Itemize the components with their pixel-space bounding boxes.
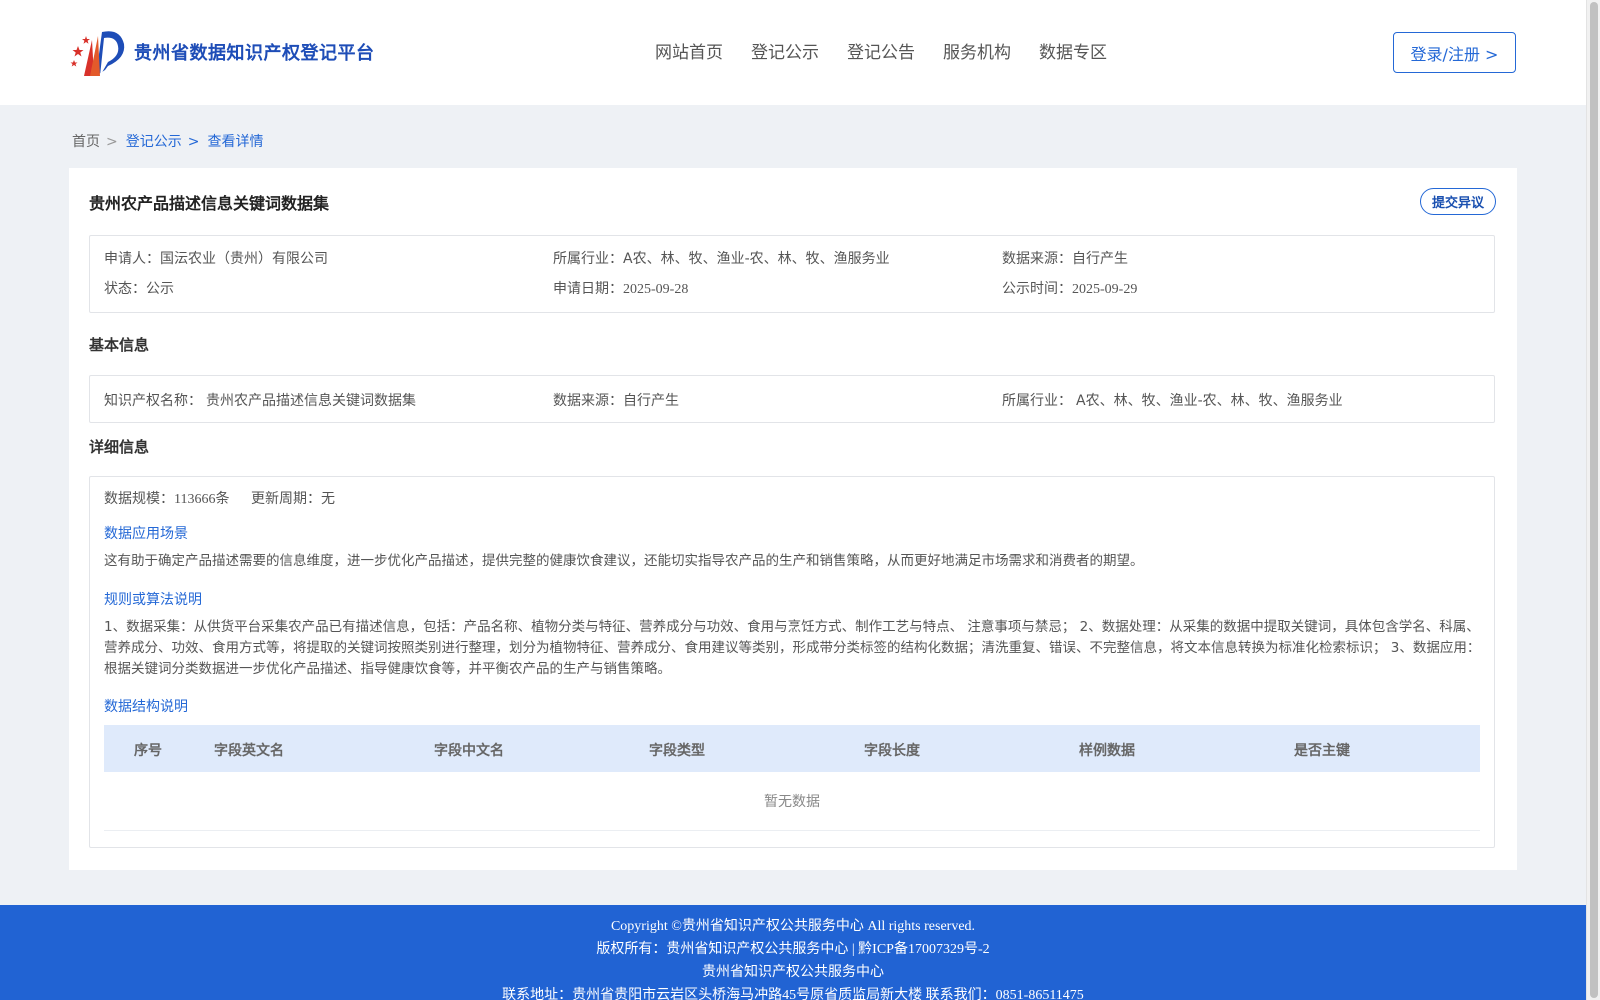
site-footer: Copyright ©贵州省知识产权公共服务中心 All rights rese… [0,905,1586,1000]
page-scrollbar[interactable] [1586,0,1600,1000]
site-logo[interactable]: 贵州省数据知识产权登记平台 [70,26,375,78]
logo-emblem-icon [70,31,125,76]
nav-registration-publicity[interactable]: 登记公示 [751,38,819,63]
apply-date-label: 申请日期： [553,281,623,297]
data-source-label: 数据来源： [1002,251,1072,267]
update-cycle-value: 无 [320,491,335,507]
basic-industry-label: 所属行业： [1002,393,1072,409]
data-source-field: 数据来源：自行产生 [1002,248,1128,268]
status-value: 公示 [146,281,174,297]
publish-date-field: 公示时间：2025-09-29 [1002,278,1137,298]
main-nav: 网站首页 登记公示 登记公告 服务机构 数据专区 [655,38,1135,63]
table-empty-state: 暂无数据 [104,772,1480,831]
breadcrumb-current: 查看详情 [207,134,264,150]
summary-box: 申请人：国沄农业（贵州）有限公司 所属行业：A农、林、牧、渔业-农、林、牧、渔服… [89,235,1495,313]
nav-data-zone[interactable]: 数据专区 [1039,38,1107,63]
status-label: 状态： [104,281,146,297]
submit-objection-button[interactable]: 提交异议 [1420,188,1496,215]
basic-industry-field: 所属行业： A农、林、牧、渔业-农、林、牧、渔服务业 [1002,390,1343,410]
page-title: 贵州农产品描述信息关键词数据集 [89,194,330,213]
ip-name-value: 贵州农产品描述信息关键词数据集 [206,393,416,409]
footer-owner: 版权所有：贵州省知识产权公共服务中心 | 黔ICP备17007329号-2 [596,942,990,957]
breadcrumb-separator: > [106,134,118,150]
application-scene-heading: 数据应用场景 [104,526,188,542]
detail-info-heading: 详细信息 [89,438,150,456]
footer-copyright: Copyright ©贵州省知识产权公共服务中心 All rights rese… [610,919,976,934]
login-register-button[interactable]: 登录/注册 > [1393,32,1516,73]
basic-industry-value: A农、林、牧、渔业-农、林、牧、渔服务业 [1076,393,1343,409]
ip-name-label: 知识产权名称： [104,393,202,409]
algorithm-text: 1、数据采集：从供货平台采集农产品已有描述信息，包括：产品名称、植物分类与特征、… [104,619,1481,677]
industry-value: A农、林、牧、渔业-农、林、牧、渔服务业 [623,251,890,267]
site-logo-text: 贵州省数据知识产权登记平台 [134,43,375,64]
col-index: 序号 [134,743,162,759]
basic-info-box: 知识产权名称： 贵州农产品描述信息关键词数据集 数据来源：自行产生 所属行业： A农… [89,375,1495,423]
scrollbar-thumb[interactable] [1590,2,1598,998]
basic-source-field: 数据来源：自行产生 [553,390,679,410]
page: 贵州省数据知识产权登记平台 网站首页 登记公示 登记公告 服务机构 数据专区 登… [0,0,1586,1000]
basic-info-heading: 基本信息 [89,336,150,354]
data-source-value: 自行产生 [1072,251,1128,267]
update-cycle-label: 更新周期： [250,491,321,507]
col-field-type: 字段类型 [649,743,705,759]
footer-org: 贵州省知识产权公共服务中心 [702,965,884,980]
apply-date-value: 2025-09-28 [623,282,689,297]
col-sample-data: 样例数据 [1079,743,1135,759]
col-primary-key: 是否主键 [1294,743,1350,759]
col-field-length: 字段长度 [864,743,920,759]
basic-source-label: 数据来源： [553,393,623,409]
breadcrumb: 首页 > 登记公示 > 查看详情 [72,131,269,151]
publish-date-label: 公示时间： [1002,281,1072,297]
status-field: 状态：公示 [104,278,174,298]
basic-source-value: 自行产生 [623,393,679,409]
data-scale-label: 数据规模： [104,491,174,507]
application-scene-text: 这有助于确定产品描述需要的信息维度，进一步优化产品描述，提供完整的健康饮食建议，… [104,553,1144,569]
detail-card: 贵州农产品描述信息关键词数据集 提交异议 申请人：国沄农业（贵州）有限公司 所属… [69,168,1517,870]
structure-table-header: 序号 字段英文名 字段中文名 字段类型 字段长度 样例数据 是否主键 [104,725,1480,772]
col-field-cn: 字段中文名 [434,743,504,759]
breadcrumb-registration-publicity[interactable]: 登记公示 [126,134,182,150]
applicant-label: 申请人： [104,251,160,267]
footer-contact: 联系地址：贵州省贵阳市云岩区头桥海马冲路45号原省质监局新大楼 联系我们：085… [502,988,1084,1000]
site-header: 贵州省数据知识产权登记平台 网站首页 登记公示 登记公告 服务机构 数据专区 登… [0,0,1586,105]
nav-registration-announcement[interactable]: 登记公告 [847,38,915,63]
data-scale-value: 113666条 [174,492,230,507]
breadcrumb-separator: > [187,134,200,150]
apply-date-field: 申请日期：2025-09-28 [553,278,688,298]
nav-home[interactable]: 网站首页 [655,38,723,63]
publish-date-value: 2025-09-29 [1072,282,1138,297]
industry-field: 所属行业：A农、林、牧、渔业-农、林、牧、渔服务业 [553,248,890,268]
algorithm-heading: 规则或算法说明 [104,592,202,608]
structure-heading: 数据结构说明 [104,699,188,715]
data-scale-field: 数据规模：113666条 更新周期：无 [104,488,335,508]
ip-name-field: 知识产权名称： 贵州农产品描述信息关键词数据集 [104,390,416,410]
detail-info-box: 数据规模：113666条 更新周期：无 数据应用场景 这有助于确定产品描述需要的… [89,476,1495,848]
applicant-value: 国沄农业（贵州）有限公司 [160,251,328,267]
applicant-field: 申请人：国沄农业（贵州）有限公司 [104,248,328,268]
industry-label: 所属行业： [553,251,623,267]
col-field-en: 字段英文名 [214,743,284,759]
structure-table: 序号 字段英文名 字段中文名 字段类型 字段长度 样例数据 是否主键 暂无数据 [104,725,1480,831]
nav-service-agencies[interactable]: 服务机构 [943,38,1011,63]
breadcrumb-home[interactable]: 首页 [72,134,100,150]
